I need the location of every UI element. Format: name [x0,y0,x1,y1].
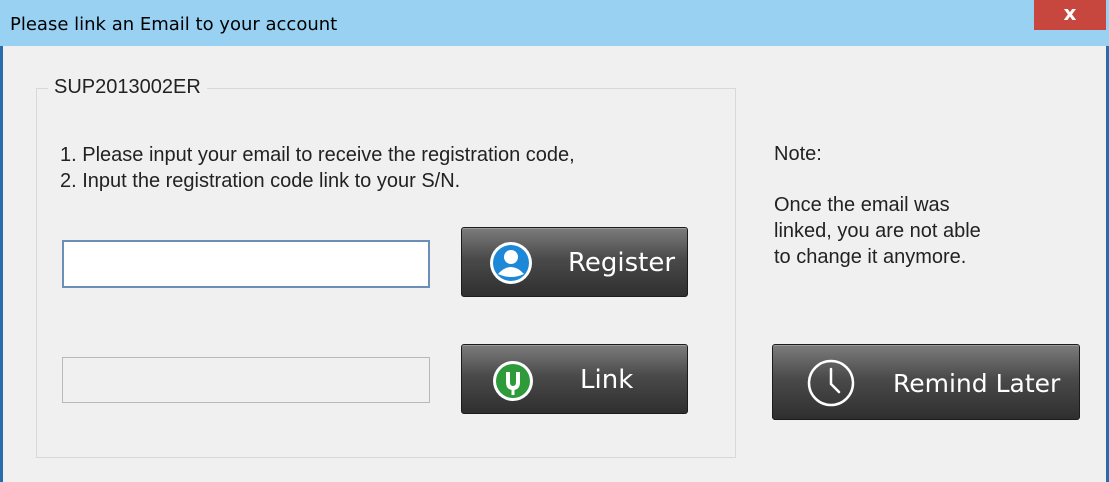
note-line: linked, you are not able [774,220,981,242]
user-icon [488,240,534,291]
note-line: to change it anymore. [774,246,967,268]
serial-number-legend: SUP2013002ER [48,76,207,99]
instruction-line: 2. Input the registration code link to y… [60,170,461,192]
instruction-line: 1. Please input your email to receive th… [60,144,575,166]
note-body: Once the email was linked, you are not a… [774,192,1074,270]
close-button[interactable]: x [1034,0,1106,30]
link-button-label: Link [580,365,634,395]
remind-later-button[interactable]: Remind Later [772,344,1080,420]
window-border-left [0,46,3,482]
clock-icon [805,357,857,414]
title-bar[interactable]: Please link an Email to your account x [0,0,1109,46]
note-line: Once the email was [774,194,950,216]
link-shield-icon [492,360,534,407]
registration-code-input[interactable] [62,357,430,403]
link-button[interactable]: Link [461,344,688,414]
note-title: Note: [774,143,822,165]
email-input[interactable] [62,240,430,288]
instructions: 1. Please input your email to receive th… [60,142,575,194]
window-title: Please link an Email to your account [10,14,338,35]
remind-later-button-label: Remind Later [893,369,1061,398]
close-icon: x [1063,1,1077,25]
register-button-label: Register [568,248,676,278]
dialog-window: Please link an Email to your account x S… [0,0,1109,482]
register-button[interactable]: Register [461,227,688,297]
